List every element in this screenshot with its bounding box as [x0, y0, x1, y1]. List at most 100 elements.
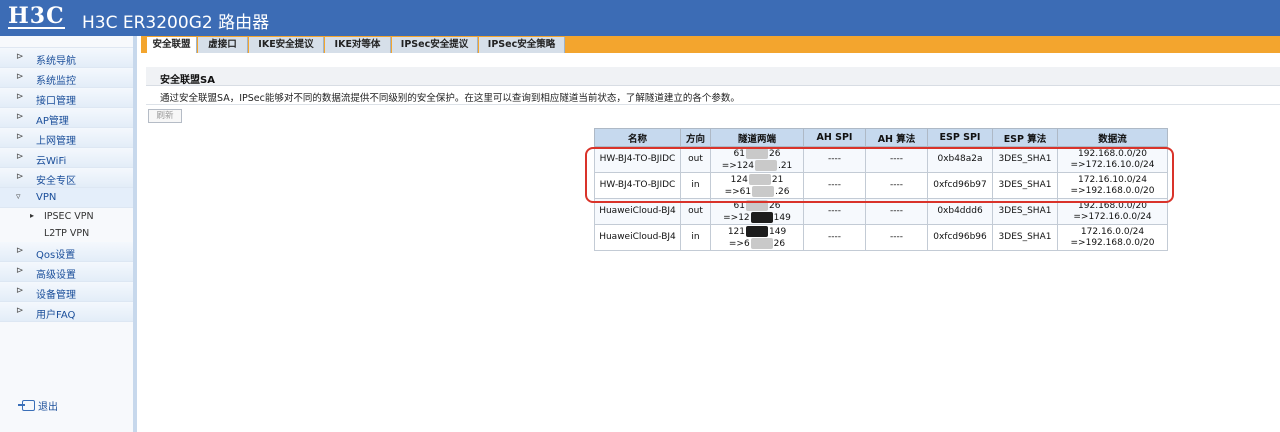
tunnel-remote-b: 26 [773, 238, 786, 249]
flow-src: 172.16.0.0/24 [1080, 226, 1145, 237]
chevron-right-icon: ⊳ [16, 246, 24, 256]
sidebar-item-security[interactable]: ⊳ 安全专区 [0, 168, 133, 188]
table-row: HuaweiCloud-BJ4 out 61 26 =>12 149 ---- --… [594, 198, 1168, 225]
sidebar-item-label: Qos设置 [36, 250, 76, 261]
tunnel-local-b: 149 [769, 226, 787, 237]
sidebar-item-cloud-wifi[interactable]: ⊳ 云WiFi [0, 148, 133, 168]
sidebar-item-advanced[interactable]: ⊳ 高级设置 [0, 262, 133, 282]
tab-ike-proposal[interactable]: IKE安全提议 [249, 37, 324, 53]
sidebar-item-device[interactable]: ⊳ 设备管理 [0, 282, 133, 302]
cell-esp-spi: 0xb48a2a [927, 146, 993, 173]
sidebar-item-label: VPN [36, 192, 57, 203]
tunnel-local-b: 26 [769, 148, 781, 159]
flow-dst: =>172.16.0.0/24 [1073, 211, 1152, 222]
sidebar-item-label: AP管理 [36, 116, 69, 127]
cell-esp-alg: 3DES_SHA1 [992, 146, 1058, 173]
chevron-right-icon: ⊳ [16, 152, 24, 162]
section-description: 通过安全联盟SA，IPSec能够对不同的数据流提供不同级别的安全保护。在这里可以… [146, 88, 1280, 105]
flow-dst: =>192.168.0.0/20 [1070, 185, 1155, 196]
sidebar-item-label: 高级设置 [36, 270, 76, 281]
col-data-flow: 数据流 [1057, 128, 1168, 147]
cell-name: HW-BJ4-TO-BJIDC [594, 146, 681, 173]
sidebar-item-label: 接口管理 [36, 96, 76, 107]
logo-text: H3C [8, 2, 65, 29]
tab-ike-peer[interactable]: IKE对等体 [325, 37, 391, 53]
tab-ipsec-proposal[interactable]: IPSec安全提议 [392, 37, 478, 53]
sidebar-subitem-label: L2TP VPN [44, 228, 90, 239]
tunnel-remote-a: =>12 [723, 212, 750, 223]
section-title: 安全联盟SA [146, 67, 1280, 86]
cell-esp-alg: 3DES_SHA1 [992, 224, 1058, 251]
cell-data-flow: 192.168.0.0/20 =>172.16.10.0/24 [1057, 146, 1168, 173]
sidebar-item-faq[interactable]: ⊳ 用户FAQ [0, 302, 133, 322]
sidebar-item-monitor[interactable]: ⊳ 系统监控 [0, 68, 133, 88]
sidebar-item-qos[interactable]: ⊳ Qos设置 [0, 242, 133, 262]
redaction-mask [752, 185, 775, 197]
flow-dst: =>172.16.10.0/24 [1070, 159, 1155, 170]
chevron-right-icon: ⊳ [16, 132, 24, 142]
cell-name: HuaweiCloud-BJ4 [594, 224, 681, 251]
flow-dst: =>192.168.0.0/20 [1070, 237, 1155, 248]
page-title: H3C ER3200G2 路由器 [82, 13, 270, 33]
sidebar-subitem-ipsec-vpn[interactable]: ▸ IPSEC VPN [0, 208, 133, 225]
logout-icon [18, 400, 35, 411]
top-header: H3C H3C ER3200G2 路由器 [0, 0, 1280, 36]
tab-security-association[interactable]: 安全联盟 [147, 37, 197, 53]
col-esp-spi: ESP SPI [927, 128, 993, 147]
sidebar-item-label: 云WiFi [36, 156, 67, 167]
flow-src: 192.168.0.0/20 [1078, 148, 1147, 159]
cell-direction: in [680, 224, 711, 251]
tunnel-local-a: 61 [733, 200, 745, 211]
col-esp-alg: ESP 算法 [992, 128, 1058, 147]
table-row: HW-BJ4-TO-BJIDC out 61 26 =>124 .21 ---- -… [594, 146, 1168, 173]
cell-ah-alg: ---- [865, 146, 928, 173]
cell-tunnel-ends: 61 26 =>124 .21 [710, 146, 804, 173]
redaction-mask [746, 225, 768, 237]
tunnel-remote-b: 149 [773, 212, 791, 223]
cell-ah-spi: ---- [803, 224, 866, 251]
cell-esp-spi: 0xb4ddd6 [927, 198, 993, 225]
sidebar-item-interface[interactable]: ⊳ 接口管理 [0, 88, 133, 108]
sidebar-item-ap[interactable]: ⊳ AP管理 [0, 108, 133, 128]
chevron-right-icon: ⊳ [16, 266, 24, 276]
tab-ipsec-policy[interactable]: IPSec安全策略 [479, 37, 565, 53]
logout-button[interactable]: 退出 [18, 398, 58, 413]
redaction-mask [750, 211, 773, 223]
chevron-right-icon: ⊳ [16, 112, 24, 122]
redaction-mask [748, 173, 771, 185]
redaction-mask [746, 199, 768, 211]
tunnel-local-a: 121 [727, 226, 745, 237]
cell-ah-spi: ---- [803, 146, 866, 173]
tunnel-local-b: 26 [769, 200, 781, 211]
cell-ah-alg: ---- [865, 198, 928, 225]
sidebar-item-nav[interactable]: ⊳ 系统导航 [0, 48, 133, 68]
logout-label: 退出 [38, 402, 58, 413]
chevron-right-icon: ⊳ [16, 286, 24, 296]
cell-esp-spi: 0xfcd96b97 [927, 172, 993, 199]
cell-esp-alg: 3DES_SHA1 [992, 198, 1058, 225]
cell-ah-spi: ---- [803, 172, 866, 199]
chevron-down-icon: ▿ [16, 192, 21, 202]
sa-table: 名称 方向 隧道两端 AH SPI AH 算法 ESP SPI ESP 算法 数… [594, 128, 1168, 251]
sidebar-item-vpn[interactable]: ▿ VPN [0, 188, 133, 208]
tab-virtual-interface[interactable]: 虚接口 [198, 37, 248, 53]
redaction-mask [750, 237, 773, 249]
chevron-right-icon: ⊳ [16, 172, 24, 182]
redaction-mask [746, 147, 768, 159]
sidebar-subitem-label: IPSEC VPN [44, 211, 94, 222]
flow-src: 172.16.10.0/24 [1078, 174, 1147, 185]
cell-direction: out [680, 198, 711, 225]
cell-ah-alg: ---- [865, 172, 928, 199]
cell-direction: out [680, 146, 711, 173]
chevron-right-icon: ⊳ [16, 52, 24, 62]
sidebar-subitem-l2tp-vpn[interactable]: L2TP VPN [0, 225, 133, 242]
sidebar: ⊳ 系统导航 ⊳ 系统监控 ⊳ 接口管理 ⊳ AP管理 ⊳ 上网管理 ⊳ 云WiFi ⊳ 安全… [0, 36, 137, 432]
h3c-logo: H3C [8, 5, 65, 29]
tunnel-remote-b: .21 [777, 160, 793, 171]
flow-src: 192.168.0.0/20 [1078, 200, 1147, 211]
refresh-button[interactable]: 刷新 [148, 109, 182, 123]
chevron-right-icon: ⊳ [16, 92, 24, 102]
cell-data-flow: 172.16.10.0/24 =>192.168.0.0/20 [1057, 172, 1168, 199]
cell-direction: in [680, 172, 711, 199]
sidebar-item-internet[interactable]: ⊳ 上网管理 [0, 128, 133, 148]
